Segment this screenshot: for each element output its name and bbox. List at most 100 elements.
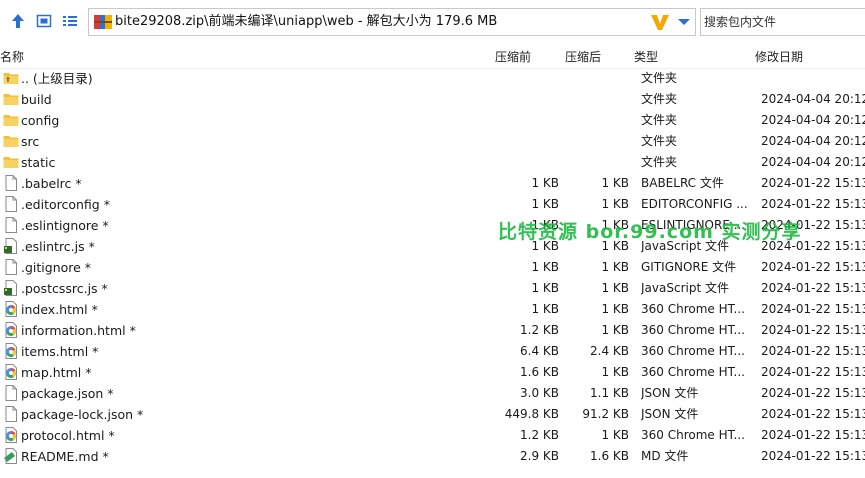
file-row[interactable]: README.md * 2.9 KB 1.6 KB MD 文件 2024-01-22 1… [0,446,865,467]
file-name: .eslintrc.js * [21,239,95,254]
file-icon [3,217,19,233]
chevron-down-icon[interactable] [677,14,691,30]
column-type-header[interactable]: 类型 [634,46,658,68]
folder-icon [3,154,19,170]
js-file-icon [3,238,19,254]
file-packed-size: 1 KB [601,281,629,295]
file-type: BABELRC 文件 [641,176,724,190]
large-icon-view-button[interactable] [34,11,54,31]
folder-icon [3,133,19,149]
file-packed-size: 1 KB [601,323,629,337]
search-input-placeholder: 搜索包内文件 [704,15,777,29]
address-path: bite29208.zip\前端未编译\uniapp\web - 解包大小为 1… [115,14,498,29]
file-modified: 2024-01-22 15:13 [761,323,865,337]
file-row[interactable]: .babelrc * 1 KB 1 KB BABELRC 文件 2024-01-22 1… [0,173,865,194]
file-type: 360 Chrome HT... [641,344,745,358]
list-icon [63,16,77,26]
file-modified: 2024-04-04 20:12 [761,134,865,148]
file-icon [3,259,19,275]
file-modified: 2024-01-22 15:13 [761,407,865,421]
file-size: 6.4 KB [520,344,559,358]
file-modified: 2024-04-04 20:12 [761,113,865,127]
column-modified-header[interactable]: 修改日期 [755,46,803,68]
file-packed-size: 1 KB [601,365,629,379]
html-file-icon [3,364,19,380]
column-header: 名称 压缩前 压缩后 类型 修改日期 [0,46,865,69]
file-type: 360 Chrome HT... [641,365,745,379]
file-row[interactable]: information.html * 1.2 KB 1 KB 360 Chrome H… [0,320,865,341]
column-name-header[interactable]: 名称 [0,46,24,68]
file-type: 360 Chrome HT... [641,428,745,442]
file-type: JSON 文件 [641,386,699,400]
md-file-icon [3,448,19,464]
file-type: JSON 文件 [641,407,699,421]
file-name: build [21,92,52,107]
address-bar[interactable]: bite29208.zip\前端未编译\uniapp\web - 解包大小为 1… [88,8,696,36]
list-view-button[interactable] [60,11,80,31]
file-row[interactable]: .. (上级目录) 文件夹 [0,68,865,89]
file-size: 1 KB [531,281,559,295]
up-folder-button[interactable] [8,11,28,31]
file-row[interactable]: .gitignore * 1 KB 1 KB GITIGNORE 文件 2024-01-… [0,257,865,278]
file-name: static [21,155,56,170]
file-modified: 2024-01-22 15:13 [761,302,865,316]
archive-icon [94,15,112,29]
file-size: 2.9 KB [520,449,559,463]
file-row[interactable]: package-lock.json * 449.8 KB 91.2 KB JSON 文… [0,404,865,425]
js-file-icon [3,280,19,296]
file-row[interactable]: src 文件夹 2024-04-04 20:12 [0,131,865,152]
file-row[interactable]: build 文件夹 2024-04-04 20:12 [0,89,865,110]
file-name: package-lock.json * [21,407,144,422]
file-row[interactable]: map.html * 1.6 KB 1 KB 360 Chrome HT... 2024… [0,362,865,383]
file-packed-size: 1 KB [601,428,629,442]
folder-up-icon [3,70,19,86]
file-name: .postcssrc.js * [21,281,108,296]
bandizip-logo-icon[interactable] [649,11,671,33]
search-box[interactable]: 搜索包内文件 [700,8,865,36]
file-row[interactable]: .editorconfig * 1 KB 1 KB EDITORCONFIG ... 2… [0,194,865,215]
file-name: .gitignore * [21,260,92,275]
file-modified: 2024-01-22 15:13 [761,386,865,400]
toolbar: bite29208.zip\前端未编译\uniapp\web - 解包大小为 1… [0,0,865,44]
file-row[interactable]: static 文件夹 2024-04-04 20:12 [0,152,865,173]
file-row[interactable]: .postcssrc.js * 1 KB 1 KB JavaScript 文件 2024… [0,278,865,299]
file-type: 360 Chrome HT... [641,323,745,337]
file-size: 449.8 KB [504,407,559,421]
file-type: GITIGNORE 文件 [641,260,737,274]
file-row[interactable]: package.json * 3.0 KB 1.1 KB JSON 文件 2024-01… [0,383,865,404]
file-modified: 2024-01-22 15:13 [761,281,865,295]
file-packed-size: 1 KB [601,176,629,190]
file-name: package.json * [21,386,114,401]
file-size: 1 KB [531,197,559,211]
folder-icon [3,91,19,107]
html-file-icon [3,343,19,359]
file-modified: 2024-01-22 15:13 [761,197,865,211]
file-icon [3,196,19,212]
file-size: 3.0 KB [520,386,559,400]
file-row[interactable]: config 文件夹 2024-04-04 20:12 [0,110,865,131]
column-size-header[interactable]: 压缩前 [495,46,531,68]
file-row[interactable]: protocol.html * 1.2 KB 1 KB 360 Chrome HT..… [0,425,865,446]
file-size: 1.6 KB [520,365,559,379]
file-row[interactable]: items.html * 6.4 KB 2.4 KB 360 Chrome HT...… [0,341,865,362]
file-type: 文件夹 [641,92,678,106]
file-type: 文件夹 [641,134,678,148]
file-icon [3,385,19,401]
view-icon [36,14,52,28]
file-modified: 2024-01-22 15:13 [761,365,865,379]
watermark: 比特资源 bor.99.com 实测分享 [498,221,802,243]
file-icon [3,175,19,191]
file-packed-size: 1.6 KB [590,449,629,463]
file-name: README.md * [21,449,109,464]
file-name: .. (上级目录) [21,71,93,86]
file-size: 1 KB [531,302,559,316]
column-packed-header[interactable]: 压缩后 [565,46,601,68]
file-name: items.html * [21,344,99,359]
file-type: EDITORCONFIG ... [641,197,747,211]
file-packed-size: 1 KB [601,260,629,274]
file-modified: 2024-04-04 20:12 [761,155,865,169]
file-size: 1 KB [531,260,559,274]
file-row[interactable]: index.html * 1 KB 1 KB 360 Chrome HT... 2024… [0,299,865,320]
html-file-icon [3,427,19,443]
file-type: 文件夹 [641,155,678,169]
